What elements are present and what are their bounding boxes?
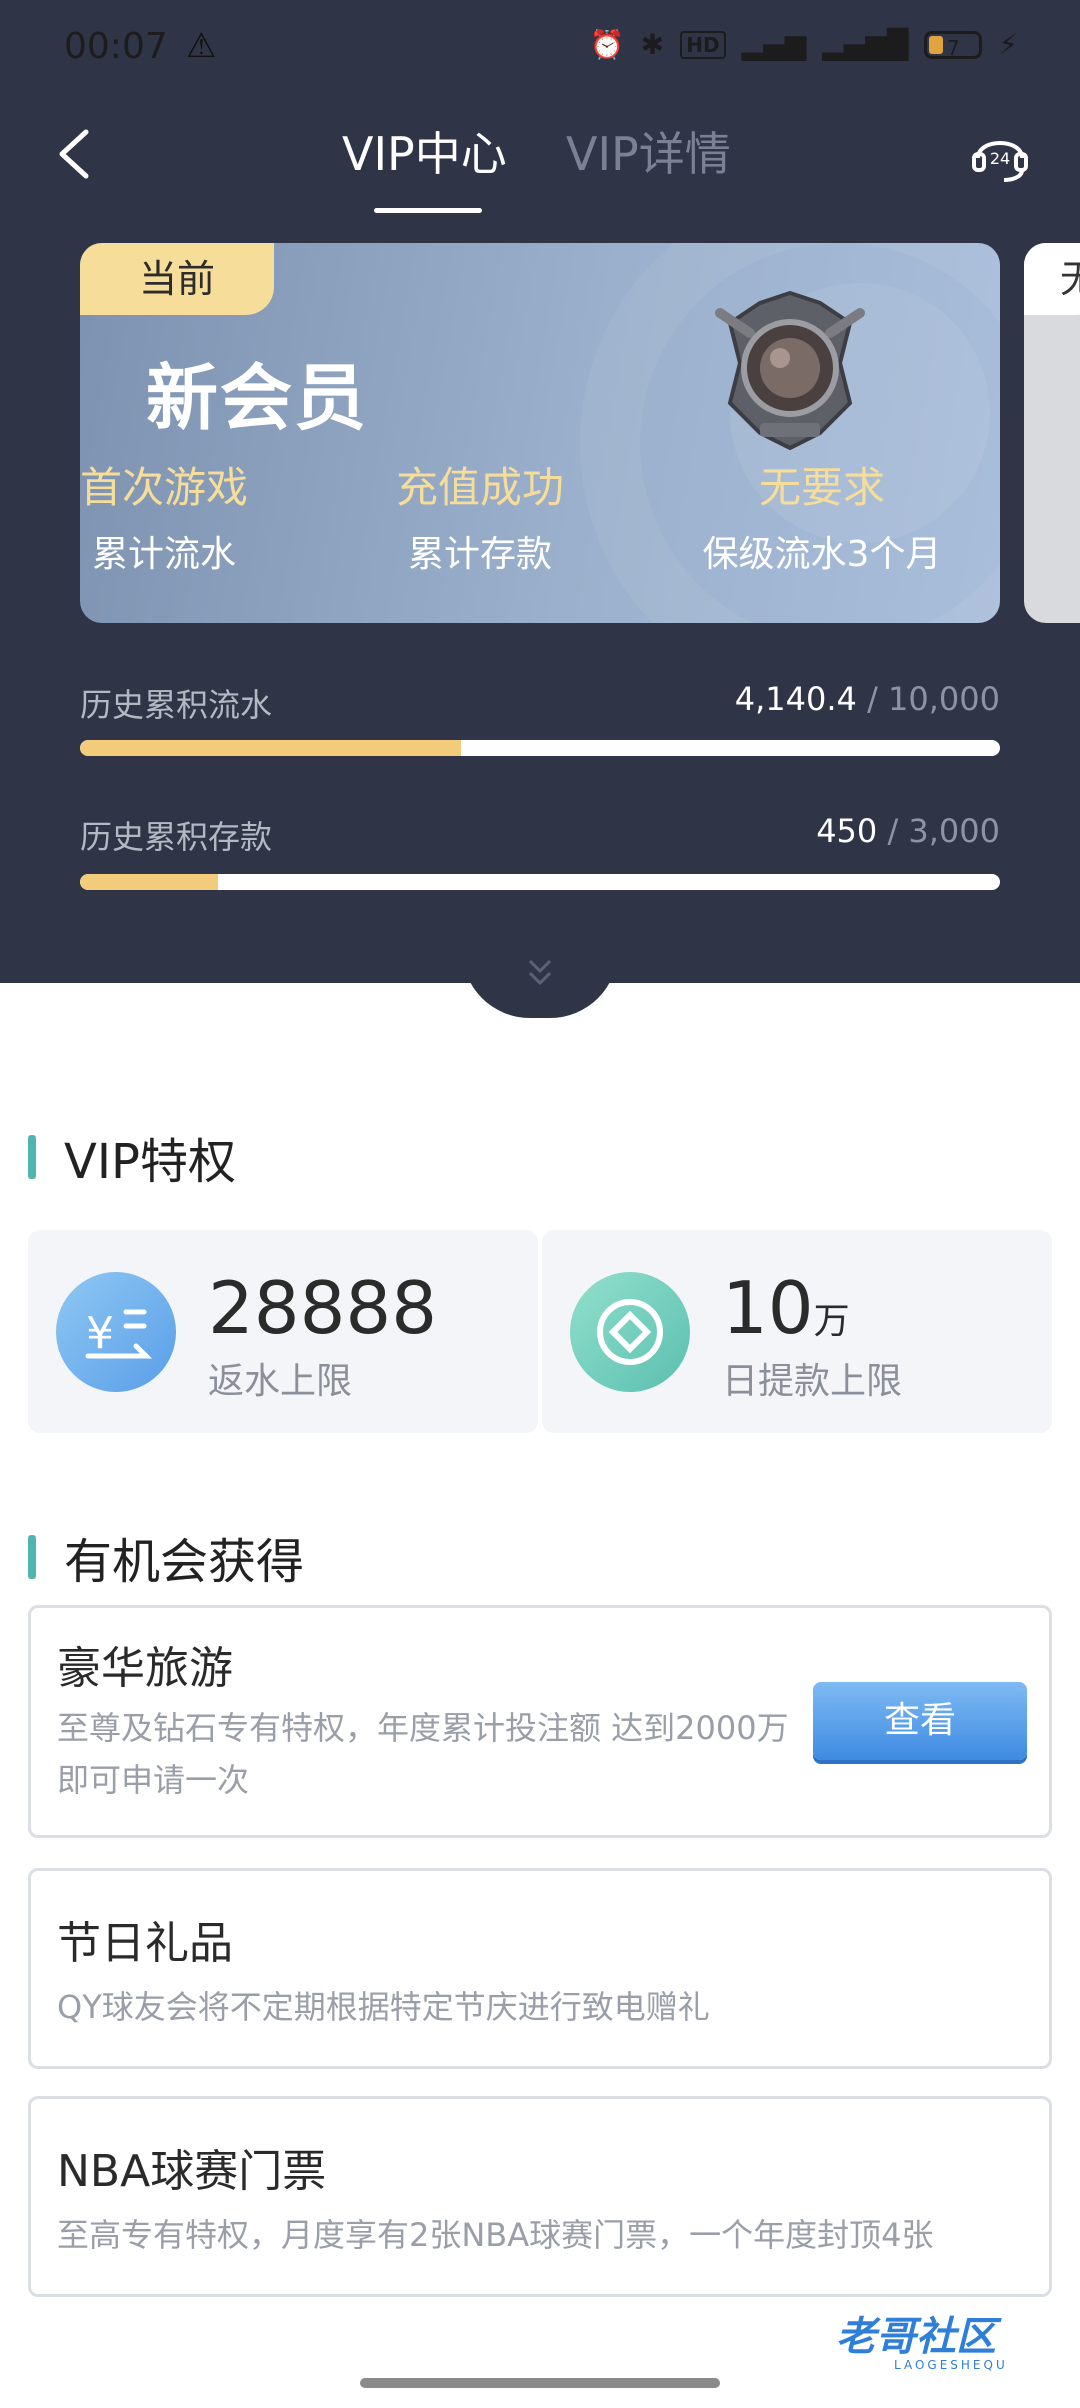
customer-service-icon[interactable]: 24 xyxy=(970,124,1030,184)
view-button[interactable]: 查看 xyxy=(813,1682,1027,1760)
section-title: 有机会获得 xyxy=(64,1534,305,1590)
opportunity-nba-tickets: NBA球赛门票 至高专有特权，月度享有2张NBA球赛门票，一个年度封顶4张 xyxy=(28,2096,1052,2297)
privilege-withdraw: 10万 日提款上限 xyxy=(542,1230,1052,1433)
next-card-badge: 无 xyxy=(1024,243,1080,315)
battery-icon: 7 xyxy=(924,30,983,60)
progress-value-turnover: 4,140.4 / 10,000 xyxy=(734,680,1000,718)
progress-bar-deposit xyxy=(80,874,1000,890)
progress-value-deposit: 450 / 3,000 xyxy=(816,812,1000,850)
back-icon[interactable] xyxy=(48,124,108,184)
medal-icon xyxy=(690,273,890,473)
signal-icon-2: ▂▄▆█ xyxy=(822,28,909,61)
level-name: 新会员 xyxy=(146,356,369,440)
charging-icon: ⚡ xyxy=(998,28,1018,61)
chevron-down-icon[interactable] xyxy=(526,955,554,995)
requirement-play: 首次游戏 累计流水 xyxy=(80,463,248,575)
rebate-icon: ¥ xyxy=(56,1272,176,1392)
progress-bar-turnover xyxy=(80,740,1000,756)
hd-icon: HD xyxy=(680,30,726,59)
status-bar: 00:07 ⚠ ⏰ ✱ HD ▂▄▆ ▂▄▆█ 7 ⚡ xyxy=(0,0,1080,96)
tab-indicator xyxy=(374,208,482,213)
status-time: 00:07 xyxy=(64,26,168,67)
svg-text:¥: ¥ xyxy=(86,1308,114,1359)
tab-vip-center[interactable]: VIP中心 xyxy=(342,124,507,184)
next-level-card[interactable]: 无 xyxy=(1024,243,1080,623)
section-title: VIP特权 xyxy=(64,1134,236,1190)
requirement-deposit: 充值成功 累计存款 xyxy=(395,463,564,575)
requirement-keep: 无要求 保级流水3个月 xyxy=(702,463,942,575)
home-indicator[interactable] xyxy=(360,2378,720,2388)
progress-label-turnover: 历史累积流水 xyxy=(80,686,273,724)
svg-text:24: 24 xyxy=(990,149,1010,168)
current-badge: 当前 xyxy=(80,243,274,315)
progress-label-deposit: 历史累积存款 xyxy=(80,818,273,856)
alarm-icon: ⏰ xyxy=(589,28,625,61)
bluetooth-icon: ✱ xyxy=(640,28,665,61)
section-opportunities: 有机会获得 xyxy=(28,1522,304,1592)
opportunity-holiday-gift: 节日礼品 QY球友会将不定期根据特定节庆进行致电赠礼 xyxy=(28,1868,1052,2069)
warning-icon: ⚠ xyxy=(186,26,217,66)
opportunity-luxury-travel: 豪华旅游 至尊及钻石专有特权，年度累计投注额 达到2000万 即可申请一次 查看 xyxy=(28,1605,1052,1838)
watermark-logo: 老哥社区 LAOGESHEQU xyxy=(836,2314,1008,2372)
privilege-rebate: ¥ 28888 返水上限 xyxy=(28,1230,538,1433)
signal-icon: ▂▄▆ xyxy=(741,28,807,61)
withdraw-icon xyxy=(570,1272,690,1392)
tab-vip-details[interactable]: VIP详情 xyxy=(566,124,731,184)
vip-level-card[interactable]: 当前 新会员 首次游戏 累计流水 充值成功 累计存款 无要求 保级流水3个月 xyxy=(80,243,1000,623)
section-vip-privileges: VIP特权 xyxy=(28,1122,236,1192)
